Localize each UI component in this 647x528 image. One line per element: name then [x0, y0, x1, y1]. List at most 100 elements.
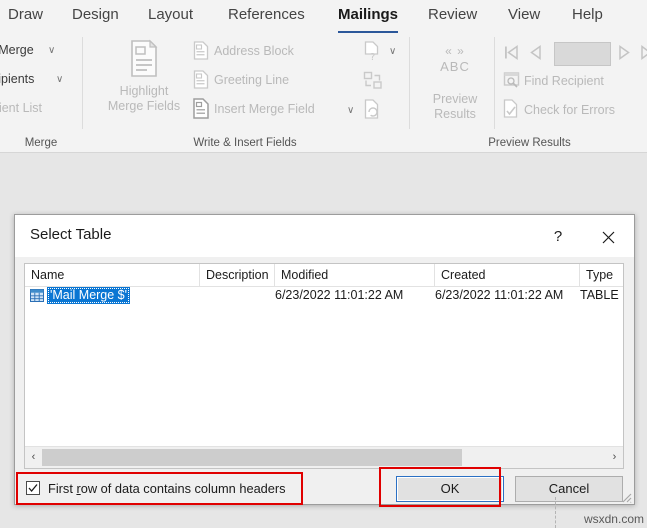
insert-merge-field-button: Insert Merge Field	[214, 102, 315, 116]
select-table-dialog: Select Table ? Name Description Modified…	[14, 214, 635, 505]
check-for-errors-label: Check for Errors	[524, 103, 615, 117]
scroll-right-icon[interactable]: ›	[606, 447, 623, 468]
table-list-view[interactable]: Name Description Modified Created Type '…	[24, 263, 624, 469]
insert-merge-field-icon	[193, 98, 209, 119]
check-for-errors-icon	[503, 99, 518, 118]
ribbon: Draw Design Layout References Mailings R…	[0, 0, 647, 153]
scrollbar-thumb[interactable]	[42, 449, 463, 466]
tab-help[interactable]: Help	[572, 3, 603, 31]
table-row[interactable]: 'Mail Merge $' 6/23/2022 11:01:22 AM 6/2…	[25, 286, 623, 305]
column-header-description[interactable]: Description	[200, 264, 275, 286]
edit-recipient-list-button: pient List	[0, 101, 42, 115]
tab-references[interactable]: References	[228, 3, 305, 31]
group-separator	[494, 37, 495, 129]
highlight-merge-fields-button: Highlight Merge Fields	[96, 84, 192, 114]
rules-icon: ?	[364, 41, 379, 61]
last-record-icon	[641, 45, 647, 60]
table-row-created: 6/23/2022 11:01:22 AM	[435, 288, 564, 302]
group-label-merge: Merge	[24, 137, 58, 149]
highlight-merge-fields-label-line2: Merge Fields	[107, 99, 181, 113]
group-label-preview-results: Preview Results	[488, 137, 571, 149]
list-column-header-row: Name Description Modified Created Type	[25, 264, 623, 287]
highlight-merge-fields-label-line1: Highlight	[119, 84, 169, 98]
chevron-down-icon[interactable]: ∨	[347, 105, 354, 116]
chevron-down-icon[interactable]: ∨	[389, 46, 396, 57]
tab-view[interactable]: View	[508, 3, 540, 31]
select-recipients-button[interactable]: cipients ∨	[0, 72, 63, 86]
svg-text:?: ?	[370, 52, 375, 61]
cancel-button[interactable]: Cancel	[515, 476, 623, 502]
greeting-line-label: Greeting Line	[214, 73, 290, 87]
tab-review-label: Review	[428, 6, 478, 23]
chevron-down-icon[interactable]: ∨	[56, 74, 63, 85]
column-header-modified[interactable]: Modified	[275, 264, 435, 286]
match-fields-icon	[363, 71, 382, 89]
edit-recipient-list-label: pient List	[0, 101, 43, 115]
dialog-title: Select Table	[30, 226, 112, 243]
group-separator	[82, 37, 83, 129]
greeting-line-button: Greeting Line	[214, 73, 289, 87]
help-icon[interactable]: ?	[542, 225, 574, 249]
column-header-type[interactable]: Type	[580, 264, 623, 286]
tab-draw[interactable]: Draw	[8, 3, 43, 31]
preview-results-abc-label: ABC	[440, 59, 470, 74]
tab-mailings[interactable]: Mailings	[338, 3, 399, 33]
checkbox-label-before: First	[48, 481, 77, 496]
find-recipient-icon	[503, 72, 520, 88]
ok-button[interactable]: OK	[396, 476, 504, 502]
start-mail-merge-button[interactable]: l Merge ∨	[0, 43, 55, 57]
page-edge-divider	[555, 497, 557, 528]
address-block-button: Address Block	[214, 44, 294, 58]
find-recipient-label: Find Recipient	[524, 74, 604, 88]
previous-record-icon	[530, 45, 541, 60]
scroll-left-icon[interactable]: ‹	[25, 447, 42, 468]
tab-layout[interactable]: Layout	[148, 3, 193, 31]
tab-view-label: View	[508, 6, 541, 23]
list-rows: 'Mail Merge $' 6/23/2022 11:01:22 AM 6/2…	[25, 286, 623, 446]
insert-merge-field-label: Insert Merge Field	[214, 102, 315, 116]
table-row-name[interactable]: 'Mail Merge $'	[47, 287, 131, 304]
next-record-icon	[619, 45, 630, 60]
close-icon[interactable]	[593, 224, 623, 250]
preview-results-label-line1: Preview	[432, 92, 478, 106]
watermark: wsxdn.com	[583, 512, 644, 526]
update-labels-icon	[364, 99, 379, 119]
ribbon-tab-strip: Draw Design Layout References Mailings R…	[0, 0, 647, 33]
ribbon-content: l Merge ∨ cipients ∨ pient List Merge Hi…	[0, 33, 647, 151]
preview-results-button: Preview Results	[424, 92, 486, 122]
check-for-errors-button: Check for Errors	[524, 103, 615, 117]
table-icon	[30, 289, 44, 302]
column-header-created[interactable]: Created	[435, 264, 580, 286]
tab-design[interactable]: Design	[72, 3, 119, 31]
tab-layout-label: Layout	[148, 6, 194, 23]
record-number-input[interactable]	[554, 42, 611, 66]
highlight-merge-fields-icon	[131, 39, 158, 77]
scrollbar-track[interactable]	[42, 447, 606, 468]
tab-references-label: References	[228, 6, 305, 23]
column-header-name[interactable]: Name	[25, 264, 200, 286]
select-recipients-label: cipients	[0, 72, 35, 86]
first-row-headers-checkbox[interactable]	[26, 481, 40, 495]
tab-design-label: Design	[72, 6, 119, 23]
first-row-headers-label: First row of data contains column header…	[48, 480, 286, 498]
tab-review[interactable]: Review	[428, 3, 477, 31]
tab-draw-label: Draw	[8, 6, 44, 23]
chevron-down-icon[interactable]: ∨	[48, 45, 55, 56]
tab-help-label: Help	[572, 6, 603, 23]
find-recipient-button: Find Recipient	[524, 74, 604, 88]
preview-results-abc-icon: « » ABC	[440, 44, 470, 74]
group-separator	[409, 37, 410, 129]
start-mail-merge-label: l Merge	[0, 43, 34, 57]
address-block-label: Address Block	[214, 44, 294, 58]
address-block-icon	[193, 41, 209, 60]
dialog-titlebar[interactable]: Select Table ?	[15, 215, 634, 257]
horizontal-scrollbar[interactable]: ‹ ›	[25, 446, 623, 468]
first-record-icon	[505, 45, 518, 60]
tab-mailings-label: Mailings	[338, 6, 399, 23]
table-row-type: TABLE	[580, 288, 619, 302]
group-label-write-insert-fields: Write & Insert Fields	[193, 137, 297, 149]
checkbox-label-after: ow of data contains column headers	[80, 481, 286, 496]
table-row-modified: 6/23/2022 11:01:22 AM	[275, 288, 404, 302]
greeting-line-icon	[193, 70, 209, 89]
resize-grip-icon[interactable]	[619, 490, 632, 503]
